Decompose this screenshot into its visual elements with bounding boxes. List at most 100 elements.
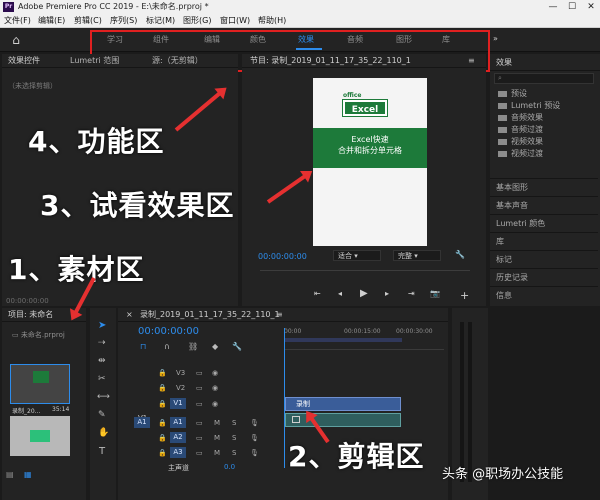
program-scrubber[interactable]	[260, 270, 470, 271]
next-frame-icon[interactable]: ▸	[385, 289, 389, 298]
menu-sequence[interactable]: 序列(S)	[110, 15, 137, 26]
menu-help[interactable]: 帮助(H)	[258, 15, 286, 26]
sync-lock-icon[interactable]: ▭	[196, 400, 203, 408]
lock-icon[interactable]: 🔒	[158, 369, 167, 377]
magnet-icon[interactable]: ∩	[164, 342, 170, 351]
effects-item-video-effects[interactable]: 视频效果	[498, 136, 543, 147]
effects-item-label: Lumetri 预设	[511, 101, 561, 110]
tab-source[interactable]: 源:（无剪辑）	[152, 54, 203, 68]
close-button[interactable]: ✕	[582, 0, 600, 14]
clip-thumbnail[interactable]	[10, 364, 70, 404]
camera-icon[interactable]: 📷	[430, 289, 440, 298]
fx-badge-icon	[292, 416, 300, 423]
type-tool-icon[interactable]: T	[99, 446, 105, 457]
effects-item-audio-effects[interactable]: 音频效果	[498, 112, 543, 123]
selection-tool-icon[interactable]: ➤	[98, 320, 106, 331]
prev-frame-icon[interactable]: ◂	[338, 289, 342, 298]
menu-file[interactable]: 文件(F)	[4, 15, 31, 26]
lock-icon[interactable]: 🔒	[158, 400, 167, 408]
tab-effect-controls[interactable]: 效果控件	[8, 54, 40, 68]
pen-tool-icon[interactable]: ✎	[98, 410, 106, 420]
program-timecode[interactable]: 00:00:00:00	[258, 252, 307, 261]
panel-essential-graphics[interactable]: 基本图形	[490, 178, 598, 196]
effects-item-audio-transitions[interactable]: 音频过渡	[498, 124, 543, 135]
eye-icon[interactable]: ◉	[212, 400, 218, 408]
slip-tool-icon[interactable]: ⟷	[97, 392, 110, 402]
solo-button[interactable]: S	[232, 434, 236, 442]
solo-button[interactable]: S	[232, 419, 236, 427]
menu-graphics[interactable]: 图形(G)	[183, 15, 211, 26]
minimize-button[interactable]: —	[544, 0, 562, 14]
menu-window[interactable]: 窗口(W)	[220, 15, 250, 26]
work-area-bar[interactable]	[284, 338, 402, 342]
lock-icon[interactable]: 🔒	[158, 384, 167, 392]
zoom-select[interactable]: 适合 ▾	[333, 250, 381, 261]
panel-markers[interactable]: 标记	[490, 250, 598, 268]
settings-wrench-icon[interactable]: 🔧	[232, 342, 242, 351]
program-menu-icon[interactable]: ≡	[468, 54, 475, 68]
lock-icon[interactable]: 🔒	[158, 449, 167, 457]
panel-libraries[interactable]: 库	[490, 232, 598, 250]
marker-icon[interactable]: ◆	[212, 342, 218, 351]
panel-lumetri-color[interactable]: Lumetri 颜色	[490, 214, 598, 232]
sync-lock-icon[interactable]: ▭	[196, 419, 203, 427]
sync-lock-icon[interactable]: ▭	[196, 384, 203, 392]
home-icon[interactable]: ⌂	[8, 33, 24, 47]
eye-icon[interactable]: ◉	[212, 369, 218, 377]
master-volume[interactable]: 0.0	[224, 463, 235, 471]
mute-button[interactable]: M	[214, 449, 220, 457]
panel-info[interactable]: 信息	[490, 286, 598, 304]
list-view-icon[interactable]: ▤	[6, 470, 14, 479]
lock-icon[interactable]: 🔒	[158, 419, 167, 427]
ripple-edit-icon[interactable]: ⇹	[98, 356, 106, 366]
source-patch-a1[interactable]: A1	[134, 417, 150, 428]
solo-button[interactable]: S	[232, 449, 236, 457]
maximize-button[interactable]: ☐	[563, 0, 581, 14]
effects-search-input[interactable]: ⌕	[494, 73, 594, 84]
track-v1-label[interactable]: V1	[170, 398, 186, 409]
timeline-timecode[interactable]: 00:00:00:00	[138, 326, 199, 337]
audio-thumbnail[interactable]	[10, 416, 70, 456]
timeline-ruler[interactable]: 00:00 00:00:15:00 00:00:30:00	[284, 328, 444, 350]
snap-icon[interactable]: ⊓	[140, 342, 146, 351]
track-a1-label[interactable]: A1	[170, 417, 186, 428]
lock-icon[interactable]: 🔒	[158, 434, 167, 442]
microphone-icon[interactable]: 🎙	[250, 449, 259, 457]
video-clip-v1[interactable]: 录制_2019_01_11_17_35_22_110	[285, 397, 401, 420]
panel-essential-sound[interactable]: 基本声音	[490, 196, 598, 214]
track-select-icon[interactable]: ⇢	[98, 338, 106, 348]
wrench-icon[interactable]: 🔧	[455, 250, 465, 259]
eye-icon[interactable]: ◉	[212, 384, 218, 392]
sync-lock-icon[interactable]: ▭	[196, 434, 203, 442]
annotation-material-area: 1、素材区	[8, 253, 145, 286]
linked-selection-icon[interactable]: ⛓	[188, 342, 198, 351]
track-a3-label[interactable]: A3	[170, 447, 186, 458]
step-forward-icon[interactable]: ⇥	[408, 289, 415, 298]
icon-view-icon[interactable]: ▦	[24, 470, 32, 479]
step-back-icon[interactable]: ⇤	[314, 289, 321, 298]
timeline-close-icon[interactable]: ×	[126, 308, 133, 322]
sync-lock-icon[interactable]: ▭	[196, 449, 203, 457]
microphone-icon[interactable]: 🎙	[250, 434, 259, 442]
microphone-icon[interactable]: 🎙	[250, 419, 259, 427]
menu-clip[interactable]: 剪辑(C)	[74, 15, 102, 26]
add-button-icon[interactable]: +	[460, 289, 469, 302]
play-icon[interactable]: ▶	[360, 288, 368, 299]
mute-button[interactable]: M	[214, 434, 220, 442]
sync-lock-icon[interactable]: ▭	[196, 369, 203, 377]
effects-item-lumetri-presets[interactable]: Lumetri 预设	[498, 100, 560, 111]
workspace-more-button[interactable]: »	[493, 34, 498, 43]
razor-tool-icon[interactable]: ✂	[98, 374, 106, 384]
panel-history[interactable]: 历史记录	[490, 268, 598, 286]
menu-marker[interactable]: 标记(M)	[146, 15, 175, 26]
master-track-label: 主声道	[168, 464, 189, 472]
quality-select[interactable]: 完整 ▾	[393, 250, 441, 261]
menu-edit[interactable]: 编辑(E)	[38, 15, 65, 26]
track-a2-label[interactable]: A2	[170, 432, 186, 443]
effects-item-video-transitions[interactable]: 视频过渡	[498, 148, 543, 159]
effects-item-presets[interactable]: 预设	[498, 88, 527, 99]
tab-lumetri-scopes[interactable]: Lumetri 范围	[70, 54, 119, 68]
timeline-menu-icon[interactable]: ≡	[276, 308, 283, 322]
hand-tool-icon[interactable]: ✋	[98, 428, 109, 438]
mute-button[interactable]: M	[214, 419, 220, 427]
